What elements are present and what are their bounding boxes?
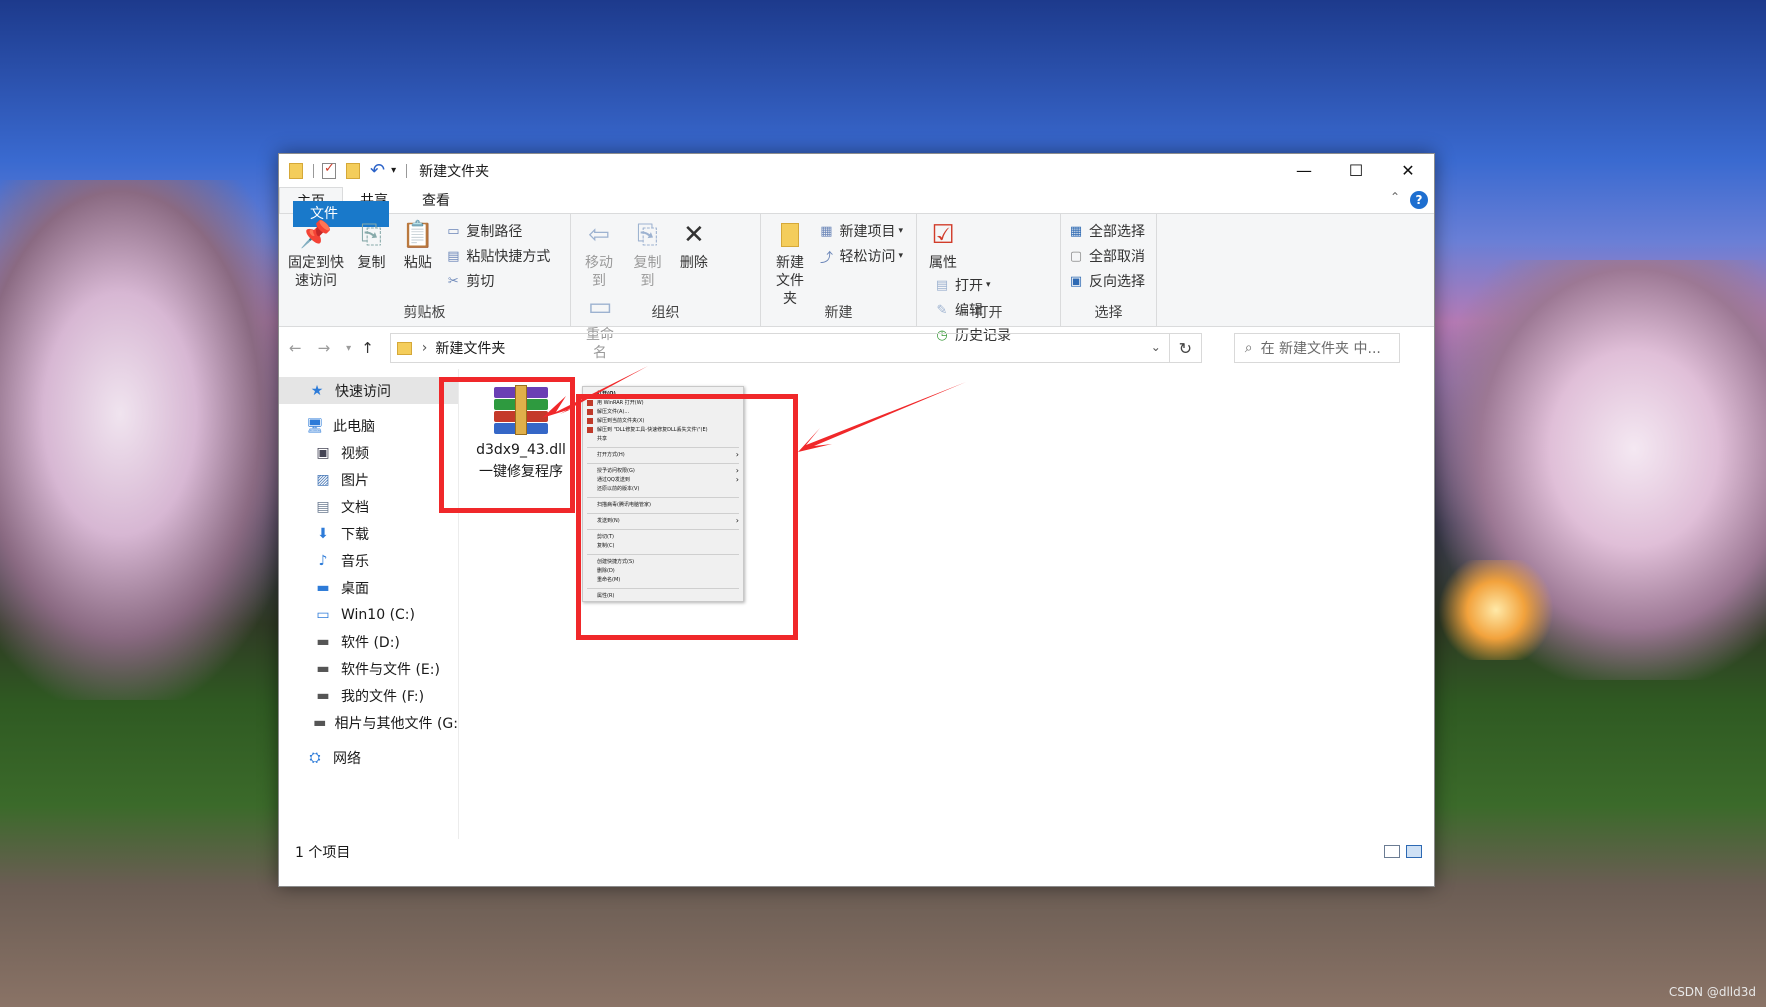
annotation-arrows xyxy=(542,366,966,452)
annotation-arrow-menu xyxy=(798,382,966,452)
annotation-arrow-file xyxy=(542,366,648,418)
